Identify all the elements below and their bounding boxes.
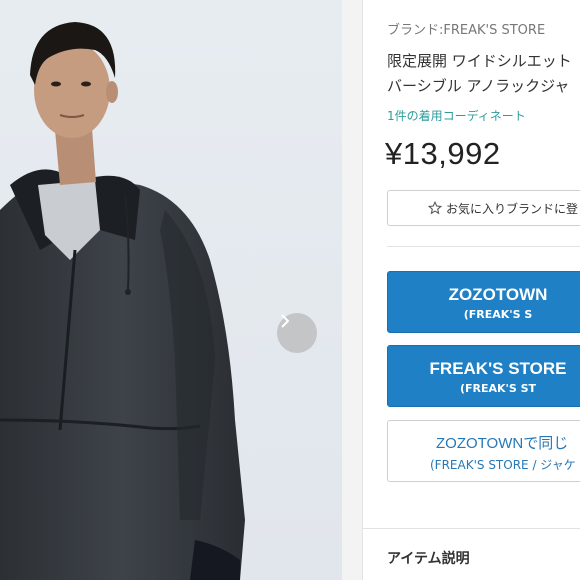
next-image-button[interactable] — [277, 313, 317, 353]
star-outline-icon — [428, 201, 442, 215]
product-image[interactable] — [0, 0, 342, 580]
item-description-heading: アイテム説明 — [387, 551, 470, 567]
divider — [387, 246, 580, 247]
product-title-line-2: バーシブル アノラックジャ — [387, 77, 570, 95]
chevron-right-icon — [281, 314, 290, 328]
add-to-cart-freaks-store-button[interactable]: FREAK'S STORE (FREAK'S ST — [387, 345, 580, 407]
brand-label[interactable]: ブランド:FREAK'S STORE — [387, 19, 545, 38]
add-to-cart-zozotown-button[interactable]: ZOZOTOWN (FREAK'S S — [387, 271, 580, 333]
product-info-panel: ブランド:FREAK'S STORE 限定展開 ワイドシルエット バーシブル ア… — [362, 0, 580, 580]
favorite-brand-button[interactable]: お気に入りブランドに登 — [387, 190, 580, 226]
cart-button-sub-label: (FREAK'S ST — [459, 382, 537, 395]
favorite-brand-label: お気に入りブランドに登 — [446, 201, 579, 216]
divider — [362, 528, 580, 529]
coordinate-link[interactable]: 1件の着用コーディネート — [387, 107, 526, 124]
cart-button-main-label: ZOZOTOWN — [448, 285, 548, 304]
model-photo-illustration — [0, 22, 245, 580]
product-title: 限定展開 ワイドシルエット バーシブル アノラックジャ — [387, 49, 580, 99]
same-item-search-button[interactable]: ZOZOTOWNで同じ (FREAK'S STORE / ジャケ — [387, 420, 580, 482]
cart-button-main-label: FREAK'S STORE — [429, 359, 567, 378]
column-gap — [342, 0, 362, 580]
product-title-line-1: 限定展開 ワイドシルエット — [387, 52, 572, 70]
same-item-sub-label: (FREAK'S STORE / ジャケ — [430, 458, 576, 472]
same-item-main-label: ZOZOTOWNで同じ — [436, 435, 569, 452]
price: ¥13,992 — [385, 136, 501, 171]
cart-button-sub-label: (FREAK'S S — [463, 308, 533, 321]
